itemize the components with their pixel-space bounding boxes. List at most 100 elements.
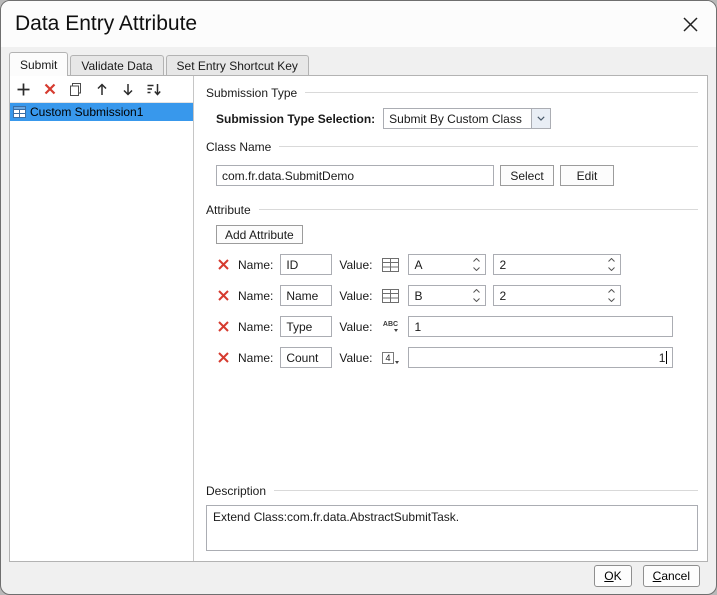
attr-name-value: Type bbox=[286, 319, 313, 334]
delete-attribute-icon[interactable] bbox=[216, 257, 231, 272]
submission-type-selection-label: Submission Type Selection: bbox=[216, 111, 376, 126]
spinner-up-icon[interactable] bbox=[470, 256, 483, 265]
attribute-row: Name: Name Value: B 2 bbox=[216, 285, 698, 306]
delete-attribute-icon[interactable] bbox=[216, 350, 231, 365]
spinner-up-icon[interactable] bbox=[605, 287, 618, 296]
attr-value-text: 1 bbox=[658, 350, 666, 365]
attr-name-input[interactable]: ID bbox=[280, 254, 333, 275]
attr-name-value: Name bbox=[286, 288, 319, 303]
number-glyph: 4 bbox=[381, 351, 394, 364]
attr-name-value: Count bbox=[286, 350, 319, 365]
number-type-icon[interactable]: 4 bbox=[379, 349, 401, 367]
attr-value-label: Value: bbox=[339, 257, 373, 272]
select-button[interactable]: Select bbox=[500, 165, 554, 186]
attr-value-input[interactable]: 1 bbox=[408, 347, 674, 368]
tiny-chevron-down-icon bbox=[394, 329, 399, 332]
attribute-row: Name: Count Value: 4 1 bbox=[216, 347, 698, 368]
attr-count-text: 2 bbox=[499, 257, 507, 272]
ok-button-label: OK bbox=[604, 569, 622, 583]
submission-list-panel: Custom Submission1 bbox=[10, 76, 194, 561]
submission-detail-panel: Submission Type Submission Type Selectio… bbox=[194, 76, 707, 561]
delete-attribute-icon[interactable] bbox=[216, 319, 231, 334]
spinner-down-icon[interactable] bbox=[605, 265, 618, 274]
submission-type-group-header: Submission Type bbox=[206, 85, 698, 100]
tab-content: Custom Submission1 Submission Type Submi… bbox=[9, 75, 708, 562]
spinner-up-icon[interactable] bbox=[605, 256, 618, 265]
attr-value-text: B bbox=[414, 288, 423, 303]
group-divider bbox=[279, 146, 698, 147]
class-name-group-label: Class Name bbox=[206, 139, 272, 154]
list-item-custom-submission[interactable]: Custom Submission1 bbox=[10, 103, 193, 121]
spinner-down-icon[interactable] bbox=[605, 296, 618, 305]
delete-icon[interactable] bbox=[41, 81, 58, 98]
sort-icon[interactable] bbox=[145, 81, 162, 98]
submission-type-select[interactable]: Submit By Custom Class bbox=[383, 108, 552, 129]
text-caret bbox=[666, 351, 668, 364]
attr-value-label: Value: bbox=[339, 350, 373, 365]
submission-type-row: Submission Type Selection: Submit By Cus… bbox=[216, 108, 698, 129]
attr-value-text: 1 bbox=[414, 319, 422, 334]
spinner-down-icon[interactable] bbox=[470, 296, 483, 305]
delete-attribute-icon[interactable] bbox=[216, 288, 231, 303]
tab-validate-data[interactable]: Validate Data bbox=[70, 55, 164, 75]
submission-type-group-label: Submission Type bbox=[206, 85, 298, 100]
class-name-group-header: Class Name bbox=[206, 139, 698, 154]
description-group-header: Description bbox=[206, 483, 698, 498]
attribute-group-header: Attribute bbox=[206, 202, 698, 217]
attr-value-label: Value: bbox=[339, 288, 373, 303]
submission-item-icon bbox=[13, 106, 26, 118]
dialog-window: Data Entry Attribute Submit Validate Dat… bbox=[0, 0, 717, 595]
abc-glyph: ABC bbox=[382, 321, 399, 328]
submission-list: Custom Submission1 bbox=[10, 103, 193, 561]
tiny-chevron-down-icon bbox=[394, 360, 399, 364]
attr-value-label: Value: bbox=[339, 319, 373, 334]
dialog-footer: OK Cancel bbox=[594, 565, 700, 587]
group-divider bbox=[274, 490, 698, 491]
attr-value-input[interactable]: 1 bbox=[408, 316, 674, 337]
attr-name-label: Name: bbox=[238, 350, 274, 365]
attr-count-spinner[interactable]: 2 bbox=[493, 285, 622, 306]
attribute-row: Name: ID Value: A 2 bbox=[216, 254, 698, 275]
spinner-arrows bbox=[470, 256, 483, 273]
string-type-icon[interactable]: ABC bbox=[379, 318, 401, 336]
tab-bar: Submit Validate Data Set Entry Shortcut … bbox=[9, 52, 311, 76]
add-icon[interactable] bbox=[15, 81, 32, 98]
spinner-arrows bbox=[470, 287, 483, 304]
description-textarea[interactable]: Extend Class:com.fr.data.AbstractSubmitT… bbox=[206, 505, 698, 551]
move-down-icon[interactable] bbox=[119, 81, 136, 98]
column-type-icon[interactable] bbox=[379, 287, 401, 305]
spinner-arrows bbox=[605, 287, 618, 304]
submission-type-selected-value: Submit By Custom Class bbox=[389, 111, 522, 126]
edit-button[interactable]: Edit bbox=[560, 165, 614, 186]
tab-set-entry-shortcut-key[interactable]: Set Entry Shortcut Key bbox=[165, 55, 309, 75]
attr-name-label: Name: bbox=[238, 257, 274, 272]
close-icon[interactable] bbox=[678, 12, 702, 36]
dialog-title: Data Entry Attribute bbox=[15, 12, 198, 35]
class-name-input[interactable]: com.fr.data.SubmitDemo bbox=[216, 165, 494, 186]
chevron-down-icon[interactable] bbox=[531, 109, 551, 128]
spinner-arrows bbox=[605, 256, 618, 273]
attr-name-label: Name: bbox=[238, 319, 274, 334]
move-up-icon[interactable] bbox=[93, 81, 110, 98]
add-attribute-button[interactable]: Add Attribute bbox=[216, 225, 303, 244]
attr-value-spinner[interactable]: B bbox=[408, 285, 487, 306]
spinner-up-icon[interactable] bbox=[470, 287, 483, 296]
attr-count-spinner[interactable]: 2 bbox=[493, 254, 622, 275]
attr-value-spinner[interactable]: A bbox=[408, 254, 487, 275]
class-name-row: com.fr.data.SubmitDemo Select Edit bbox=[216, 165, 698, 186]
spinner-down-icon[interactable] bbox=[470, 265, 483, 274]
attr-value-text: A bbox=[414, 257, 423, 272]
copy-icon[interactable] bbox=[67, 81, 84, 98]
attr-name-input[interactable]: Name bbox=[280, 285, 333, 306]
tab-submit[interactable]: Submit bbox=[9, 52, 69, 76]
ok-button[interactable]: OK bbox=[594, 565, 632, 587]
attr-name-input[interactable]: Count bbox=[280, 347, 333, 368]
list-item-label: Custom Submission1 bbox=[30, 105, 144, 119]
cancel-button[interactable]: Cancel bbox=[642, 565, 700, 587]
attr-name-label: Name: bbox=[238, 288, 274, 303]
list-toolbar bbox=[10, 76, 193, 103]
attr-name-input[interactable]: Type bbox=[280, 316, 333, 337]
attribute-rows: Name: ID Value: A 2 Name: Name Value: B … bbox=[216, 244, 698, 378]
group-divider bbox=[258, 209, 698, 210]
column-type-icon[interactable] bbox=[379, 256, 401, 274]
